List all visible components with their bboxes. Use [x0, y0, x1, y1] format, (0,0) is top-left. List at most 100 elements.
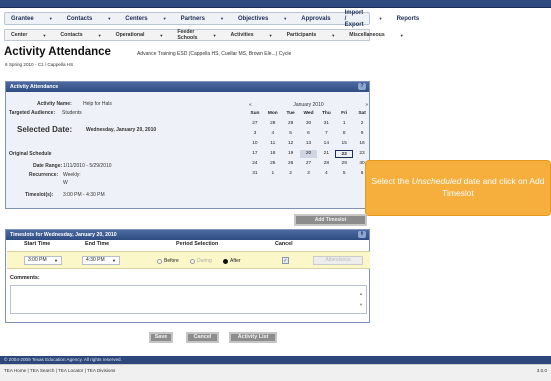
- callout-em: Unscheduled: [411, 176, 462, 186]
- calendar-day[interactable]: 23: [353, 150, 371, 158]
- cancel-button[interactable]: Cancel: [186, 332, 219, 343]
- weekday-header: Mon: [267, 111, 278, 116]
- calendar-day[interactable]: 29: [335, 160, 353, 168]
- calendar-day[interactable]: 17: [246, 150, 264, 158]
- calendar-day[interactable]: 16: [353, 140, 371, 148]
- chevron-down-icon: ▼: [112, 258, 116, 263]
- chevron-down-icon: ▼: [399, 32, 404, 38]
- comments-textarea[interactable]: ▲ ▼: [10, 285, 367, 314]
- calendar-day[interactable]: 11: [264, 140, 282, 148]
- calendar-day[interactable]: 1: [335, 120, 353, 128]
- calendar-day[interactable]: 5: [282, 130, 300, 138]
- weekday-header: Sat: [358, 111, 366, 116]
- calendar-day[interactable]: 9: [353, 130, 371, 138]
- add-timeslot-button[interactable]: Add Timeslot: [294, 214, 367, 226]
- start-time-value: 3:00 PM: [28, 257, 47, 263]
- menu-item-grantee[interactable]: Grantee: [11, 16, 34, 22]
- cancel-checkbox[interactable]: ✓: [282, 257, 289, 264]
- start-time-select[interactable]: 3:00 PM ▼: [24, 256, 62, 265]
- calendar-day[interactable]: 19: [282, 150, 300, 158]
- calendar-day[interactable]: 24: [246, 160, 264, 168]
- calendar-day[interactable]: 20: [299, 150, 318, 158]
- calendar-day[interactable]: 31: [246, 170, 264, 178]
- weekday-header: Sun: [250, 111, 260, 116]
- period-after-radio[interactable]: After: [223, 258, 241, 264]
- calendar-day[interactable]: 18: [264, 150, 282, 158]
- attendance-button[interactable]: Attendance: [313, 256, 363, 265]
- date-range-value: 1/11/2010 - 5/29/2010: [63, 163, 112, 169]
- period-before-radio[interactable]: Before: [157, 258, 179, 264]
- calendar-day[interactable]: 3: [300, 170, 318, 178]
- menu-item-contacts[interactable]: Contacts: [67, 16, 93, 22]
- menu-item-partners[interactable]: Partners: [181, 16, 205, 22]
- calendar-day[interactable]: 26: [282, 160, 300, 168]
- menu-item-objectives[interactable]: Objectives: [238, 16, 268, 22]
- targeted-audience-label: Targeted Audience:: [9, 110, 56, 116]
- submenu-item-center[interactable]: Center: [11, 32, 27, 38]
- calendar-day[interactable]: 31: [317, 120, 335, 128]
- calendar-day[interactable]: 28: [264, 120, 282, 128]
- page-title: Activity Attendance: [4, 46, 111, 58]
- activity-name-value: Help for Hals: [83, 101, 112, 107]
- chevron-down-icon: ▼: [331, 32, 336, 38]
- menu-item-centers[interactable]: Centers: [125, 16, 147, 22]
- calendar-day[interactable]: 22: [335, 150, 354, 158]
- activity-name-label: Activity Name:: [37, 101, 72, 107]
- calendar-day[interactable]: 7: [317, 130, 335, 138]
- weekday-header: Wed: [303, 111, 314, 116]
- calendar-day[interactable]: 5: [335, 170, 353, 178]
- calendar-day[interactable]: 3: [246, 130, 264, 138]
- submenu-item-contacts[interactable]: Contacts: [60, 32, 82, 38]
- calendar-day[interactable]: 13: [300, 140, 318, 148]
- calendar-day[interactable]: 21: [317, 150, 335, 158]
- calendar-day[interactable]: 29: [282, 120, 300, 128]
- timeslots-panel-header: Timeslots for Wednesday, January 20, 201…: [6, 230, 369, 240]
- calendar-day[interactable]: 6: [300, 130, 318, 138]
- activity-panel-title: Activity Attendance: [10, 84, 59, 90]
- footer-links-text[interactable]: TEA Home | TEA Search | TEA Locator | TE…: [4, 368, 115, 373]
- recurrence-days: W: [63, 180, 68, 186]
- calendar-day[interactable]: 28: [317, 160, 335, 168]
- menu-item-import-export[interactable]: Import / Export: [345, 10, 364, 28]
- calendar-day[interactable]: 2: [282, 170, 300, 178]
- calendar-day[interactable]: 15: [335, 140, 353, 148]
- submenu-item-feeder-schools[interactable]: Feeder Schools: [177, 29, 197, 41]
- calendar-day[interactable]: 27: [246, 120, 264, 128]
- calendar-day[interactable]: 12: [282, 140, 300, 148]
- calendar-day[interactable]: 4: [317, 170, 335, 178]
- collapse-icon[interactable]: ⇑: [358, 231, 366, 238]
- calendar-day[interactable]: 8: [335, 130, 353, 138]
- activity-list-button[interactable]: Activity List: [229, 332, 277, 343]
- chevron-down-icon: ▼: [42, 32, 47, 38]
- targeted-audience-value: Students: [62, 110, 82, 116]
- submenu-item-participants[interactable]: Participants: [287, 32, 317, 38]
- chevron-down-icon: ▼: [48, 16, 53, 21]
- submenu-item-operational[interactable]: Operational: [116, 32, 145, 38]
- menu-item-approvals[interactable]: Approvals: [301, 16, 330, 22]
- end-time-select[interactable]: 4:30 PM ▼: [82, 256, 120, 265]
- calendar-day[interactable]: 2: [353, 120, 371, 128]
- scrollbar[interactable]: ▲ ▼: [358, 288, 364, 310]
- calendar-day[interactable]: 30: [300, 120, 318, 128]
- recurrence-value: Weekly:: [63, 172, 81, 178]
- calendar-prev-arrow-icon[interactable]: «: [249, 102, 252, 108]
- timeslot-row: 3:00 PM ▼ 4:30 PM ▼ Before During After ✓ …: [7, 251, 370, 269]
- save-button[interactable]: Save: [149, 332, 173, 343]
- calendar-day[interactable]: 25: [264, 160, 282, 168]
- radio-icon: [157, 258, 162, 264]
- calendar-day[interactable]: 4: [264, 130, 282, 138]
- chevron-down-icon: ▼: [107, 16, 112, 21]
- calendar-next-arrow-icon[interactable]: »: [365, 102, 368, 108]
- help-icon[interactable]: ?: [358, 83, 366, 90]
- submenu-item-activities[interactable]: Activities: [231, 32, 254, 38]
- calendar-day[interactable]: 27: [300, 160, 318, 168]
- calendar-day[interactable]: 14: [317, 140, 335, 148]
- calendar-day[interactable]: 10: [246, 140, 264, 148]
- timeslots-label: Timeslot(s):: [25, 192, 54, 198]
- calendar-day[interactable]: 1: [264, 170, 282, 178]
- chevron-down-icon: ▼: [212, 32, 217, 38]
- submenu-item-miscellaneous[interactable]: Miscellaneous: [349, 32, 384, 38]
- menu-item-reports[interactable]: Reports: [397, 16, 420, 22]
- period-during-radio[interactable]: During: [190, 258, 212, 264]
- chevron-down-icon: ▼: [162, 16, 167, 21]
